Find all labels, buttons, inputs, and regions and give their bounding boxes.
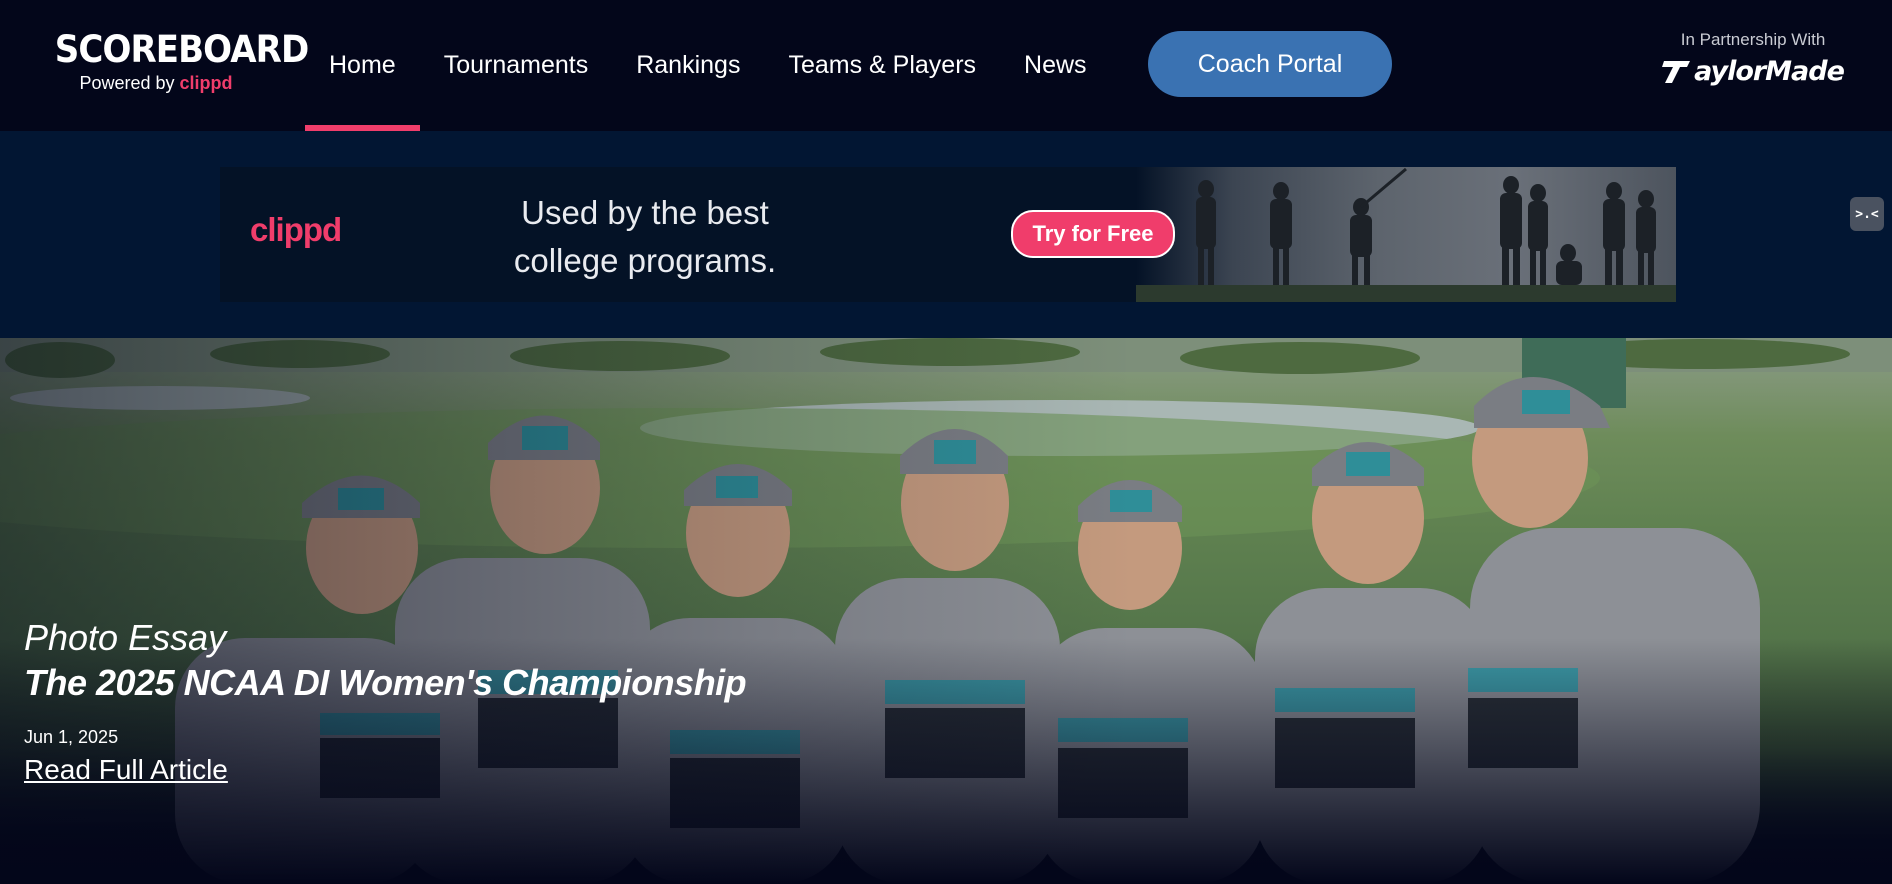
hero-feature: Photo Essay The 2025 NCAA DI Women's Cha…: [0, 338, 1892, 884]
site-header: SCOREBOARD Powered by clippd Home Tourna…: [0, 0, 1892, 131]
hero-title[interactable]: The 2025 NCAA DI Women's Championship: [24, 660, 824, 706]
nav-item-news[interactable]: News: [1000, 0, 1111, 131]
try-for-free-button[interactable]: Try for Free: [1011, 210, 1175, 258]
logo-powered-prefix: Powered by: [79, 73, 175, 93]
promo-band: clippd Used by the best college programs…: [0, 131, 1892, 338]
banner-golfers-photo: [1136, 167, 1676, 302]
banner-headline-line1: Used by the best: [521, 194, 769, 231]
partner-label: In Partnership With: [1680, 30, 1826, 49]
main-nav: Home Tournaments Rankings Teams & Player…: [305, 0, 1111, 131]
logo-title: SCOREBOARD: [54, 28, 309, 71]
hero-kicker: Photo Essay: [24, 617, 227, 658]
hero-gradient-overlay: [0, 338, 1892, 884]
hero-text-block: Photo Essay The 2025 NCAA DI Women's Cha…: [24, 616, 824, 786]
logo-subtitle: Powered by clippd: [46, 72, 266, 94]
clippd-logo: clippd: [250, 211, 342, 248]
banner-headline-line2: college programs.: [513, 242, 777, 279]
nav-item-home[interactable]: Home: [305, 0, 420, 131]
scoreboard-logo[interactable]: SCOREBOARD Powered by clippd: [46, 28, 309, 94]
partner-block: In Partnership With aylorMade: [1648, 30, 1858, 87]
taylormade-wordmark: aylorMade: [1694, 56, 1845, 87]
nav-item-rankings[interactable]: Rankings: [612, 0, 764, 131]
logo-powered-brand: clippd: [179, 73, 233, 93]
coach-portal-button[interactable]: Coach Portal: [1148, 31, 1392, 97]
read-full-article-link[interactable]: Read Full Article: [24, 754, 228, 786]
side-widget-icon[interactable]: >.<: [1850, 197, 1884, 231]
hero-date: Jun 1, 2025: [24, 727, 119, 747]
taylormade-t-icon: [1662, 60, 1691, 83]
nav-item-teams-players[interactable]: Teams & Players: [764, 0, 1000, 131]
taylormade-logo[interactable]: aylorMade: [1648, 56, 1858, 87]
nav-item-tournaments[interactable]: Tournaments: [420, 0, 613, 131]
promo-banner[interactable]: clippd Used by the best college programs…: [220, 167, 1676, 302]
banner-headline: Used by the best college programs.: [490, 189, 800, 285]
